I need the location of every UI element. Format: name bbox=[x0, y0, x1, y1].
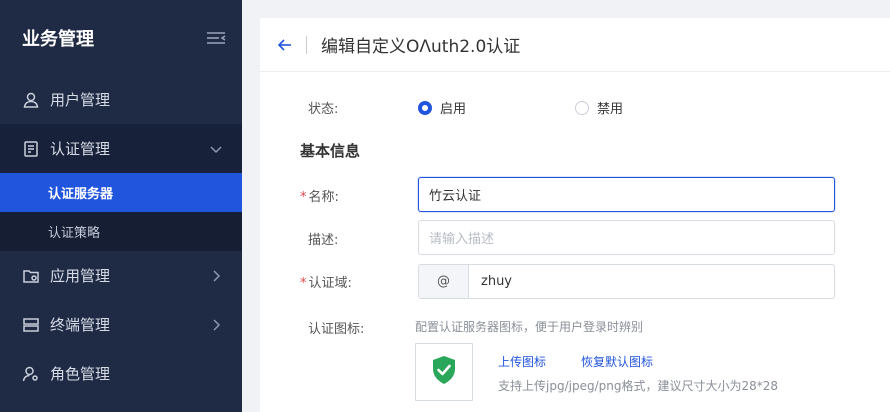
radio-label: 启用 bbox=[440, 102, 467, 117]
page-header: 编辑自定义OΛuth2.0认证 bbox=[260, 18, 890, 72]
radio-checked-icon bbox=[418, 100, 432, 115]
sidebar-item-label: 终端管理 bbox=[50, 316, 111, 334]
status-label: 状态: bbox=[308, 102, 339, 117]
icon-label: 认证图标: bbox=[308, 322, 365, 337]
sidebar-subitem-auth-servers[interactable]: 认证服务器 bbox=[0, 173, 242, 212]
shield-check-icon bbox=[431, 355, 457, 389]
icon-format-hint: 支持上传jpg/jpeg/png格式，建议尺寸大小为28*28 bbox=[498, 379, 778, 393]
chevron-down-icon bbox=[210, 143, 222, 155]
radio-label: 禁用 bbox=[597, 102, 624, 117]
description-input[interactable]: 请输入描述 bbox=[418, 220, 835, 255]
sidebar-item-roles[interactable]: 角色管理 bbox=[0, 349, 242, 398]
back-arrow-icon[interactable] bbox=[278, 38, 292, 52]
domain-input-group: @ zhuy bbox=[418, 264, 835, 299]
chevron-right-icon bbox=[210, 269, 222, 282]
certificate-icon bbox=[22, 140, 40, 158]
terminal-icon bbox=[22, 316, 40, 334]
main-panel: 编辑自定义OΛuth2.0认证 状态: 启用 禁用 基本信息 * 名称: 竹云认证… bbox=[260, 18, 890, 412]
sidebar: 业务管理 用户管理 认证管理 认证服务器 认证策略 应用管理 终端管理 角色管理 bbox=[0, 0, 242, 412]
icon-hint: 配置认证服务器图标，便于用户登录时辨别 bbox=[415, 320, 644, 334]
header-divider bbox=[306, 35, 307, 54]
sidebar-item-auth[interactable]: 认证管理 bbox=[0, 124, 242, 173]
role-icon bbox=[22, 365, 40, 383]
menu-collapse-icon[interactable] bbox=[206, 30, 226, 46]
domain-prefix-addon: @ bbox=[419, 265, 469, 298]
sidebar-header: 业务管理 bbox=[0, 0, 242, 75]
sidebar-item-users[interactable]: 用户管理 bbox=[0, 75, 242, 124]
status-enable-radio[interactable]: 启用 bbox=[418, 98, 466, 117]
sidebar-item-apps[interactable]: 应用管理 bbox=[0, 251, 242, 300]
radio-unchecked-icon bbox=[575, 100, 589, 115]
name-label-text: 名称: bbox=[308, 190, 339, 205]
name-input[interactable]: 竹云认证 bbox=[418, 177, 835, 212]
required-asterisk: * bbox=[300, 276, 307, 291]
page-title: 编辑自定义OΛuth2.0认证 bbox=[321, 37, 521, 57]
chevron-right-icon bbox=[210, 318, 222, 331]
domain-input[interactable]: zhuy bbox=[469, 265, 834, 298]
domain-label-text: 认证域: bbox=[308, 276, 352, 291]
required-asterisk: * bbox=[300, 190, 307, 205]
domain-label: * 认证域: bbox=[300, 272, 352, 291]
app-settings-icon bbox=[22, 267, 40, 285]
sidebar-item-label: 应用管理 bbox=[50, 267, 111, 285]
sidebar-title: 业务管理 bbox=[22, 28, 94, 50]
restore-default-icon-link[interactable]: 恢复默认图标 bbox=[581, 353, 653, 370]
sidebar-item-label: 认证管理 bbox=[50, 140, 111, 158]
sidebar-item-label: 用户管理 bbox=[50, 91, 111, 109]
icon-preview bbox=[415, 343, 473, 401]
upload-icon-link[interactable]: 上传图标 bbox=[498, 353, 546, 370]
status-disable-radio[interactable]: 禁用 bbox=[575, 98, 623, 117]
description-label: 描述: bbox=[308, 233, 339, 248]
name-label: * 名称: bbox=[300, 186, 339, 205]
sidebar-subitem-auth-policies[interactable]: 认证策略 bbox=[0, 212, 242, 251]
user-icon bbox=[22, 91, 40, 109]
sidebar-item-terminals[interactable]: 终端管理 bbox=[0, 300, 242, 349]
section-title: 基本信息 bbox=[300, 142, 361, 160]
sidebar-item-label: 角色管理 bbox=[50, 365, 111, 383]
